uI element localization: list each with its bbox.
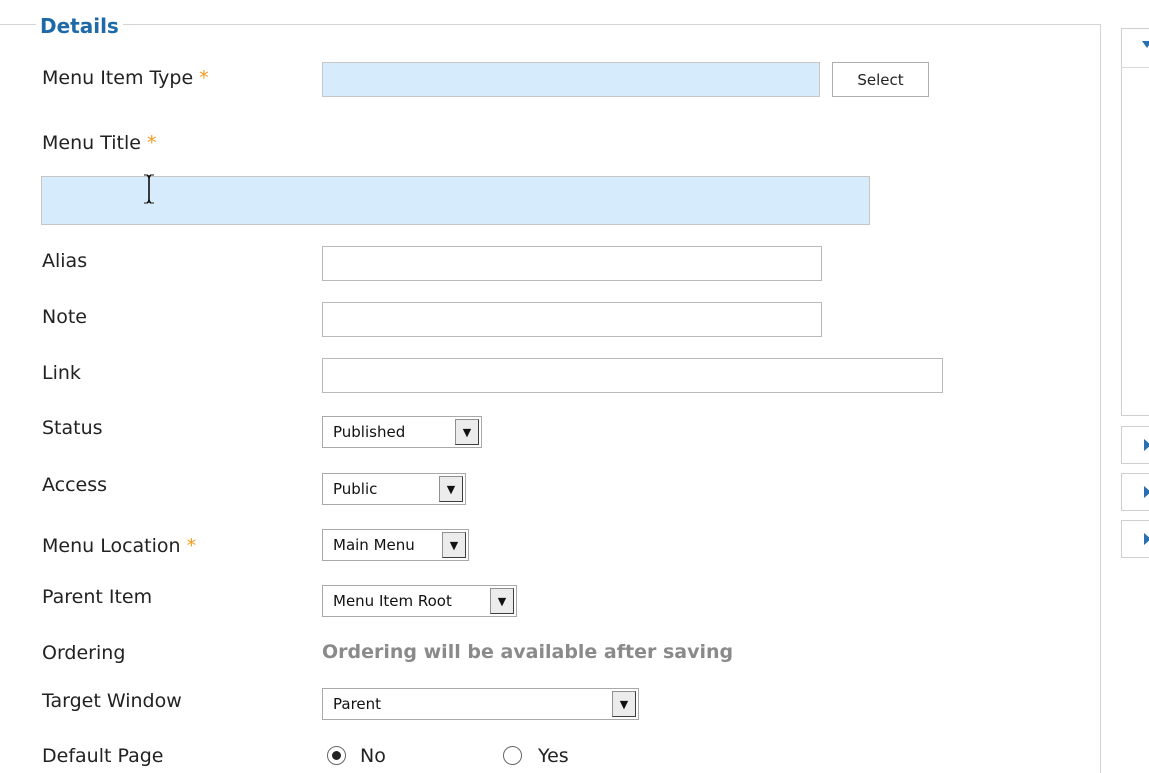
menu-item-type-label-text: Menu Item Type — [42, 67, 194, 89]
parent-item-select[interactable]: Menu Item Root ▼ — [322, 585, 517, 617]
default-page-yes-label: Yes — [538, 745, 569, 767]
menu-item-type-label: Menu Item Type * — [42, 66, 209, 90]
alias-input[interactable] — [322, 246, 822, 281]
target-window-select[interactable]: Parent ▼ — [322, 688, 639, 720]
side-panel-tab[interactable] — [1121, 520, 1149, 558]
status-select[interactable]: Published ▼ — [322, 416, 482, 448]
parent-item-label: Parent Item — [42, 586, 153, 608]
chevron-down-icon: ▼ — [612, 691, 636, 717]
access-selected-value: Public — [333, 480, 378, 498]
link-label: Link — [42, 362, 81, 384]
link-input[interactable] — [322, 358, 943, 393]
chevron-down-icon: ▼ — [455, 419, 479, 445]
note-input[interactable] — [322, 302, 822, 337]
default-page-label: Default Page — [42, 745, 164, 767]
triangle-right-icon — [1144, 486, 1149, 498]
menu-location-select[interactable]: Main Menu ▼ — [322, 529, 469, 561]
menu-location-selected-value: Main Menu — [333, 536, 415, 554]
fieldset-border-top — [0, 24, 1100, 25]
default-page-no-radio[interactable] — [327, 746, 346, 765]
parent-item-selected-value: Menu Item Root — [333, 592, 452, 610]
ordering-label: Ordering — [42, 642, 126, 664]
side-panel-header-divider — [1121, 67, 1149, 68]
menu-location-label-text: Menu Location — [42, 535, 181, 557]
menu-title-label-text: Menu Title — [42, 132, 141, 154]
menu-title-input[interactable] — [41, 176, 870, 225]
status-selected-value: Published — [333, 423, 406, 441]
default-page-yes-radio[interactable] — [503, 746, 522, 765]
target-window-label: Target Window — [42, 690, 182, 712]
status-label: Status — [42, 417, 103, 439]
radio-selected-dot — [332, 751, 341, 760]
access-select[interactable]: Public ▼ — [322, 473, 466, 505]
note-label: Note — [42, 306, 87, 328]
side-panel-open — [1121, 28, 1149, 416]
chevron-down-icon: ▼ — [442, 532, 466, 558]
alias-label: Alias — [42, 250, 88, 272]
chevron-down-icon: ▼ — [490, 588, 514, 614]
required-star: * — [199, 67, 209, 89]
ordering-info-text: Ordering will be available after saving — [322, 641, 734, 663]
select-menu-item-type-button[interactable]: Select — [832, 62, 929, 97]
side-panel-tab[interactable] — [1121, 473, 1149, 511]
section-legend: Details — [36, 12, 123, 40]
default-page-no-label: No — [360, 745, 386, 767]
required-star: * — [186, 535, 197, 557]
triangle-right-icon — [1144, 533, 1149, 545]
side-panel-tab[interactable] — [1121, 426, 1149, 464]
menu-title-label: Menu Title * — [42, 131, 156, 155]
chevron-down-icon: ▼ — [439, 476, 463, 502]
access-label: Access — [42, 474, 108, 496]
required-star: * — [146, 132, 157, 154]
i-beam-cursor-icon — [144, 174, 154, 204]
fieldset-border-right — [1100, 24, 1101, 773]
menu-location-label: Menu Location * — [42, 534, 196, 558]
triangle-right-icon — [1144, 439, 1149, 451]
triangle-down-icon[interactable] — [1142, 41, 1149, 48]
target-window-selected-value: Parent — [333, 695, 382, 713]
menu-item-type-input[interactable] — [322, 62, 820, 97]
